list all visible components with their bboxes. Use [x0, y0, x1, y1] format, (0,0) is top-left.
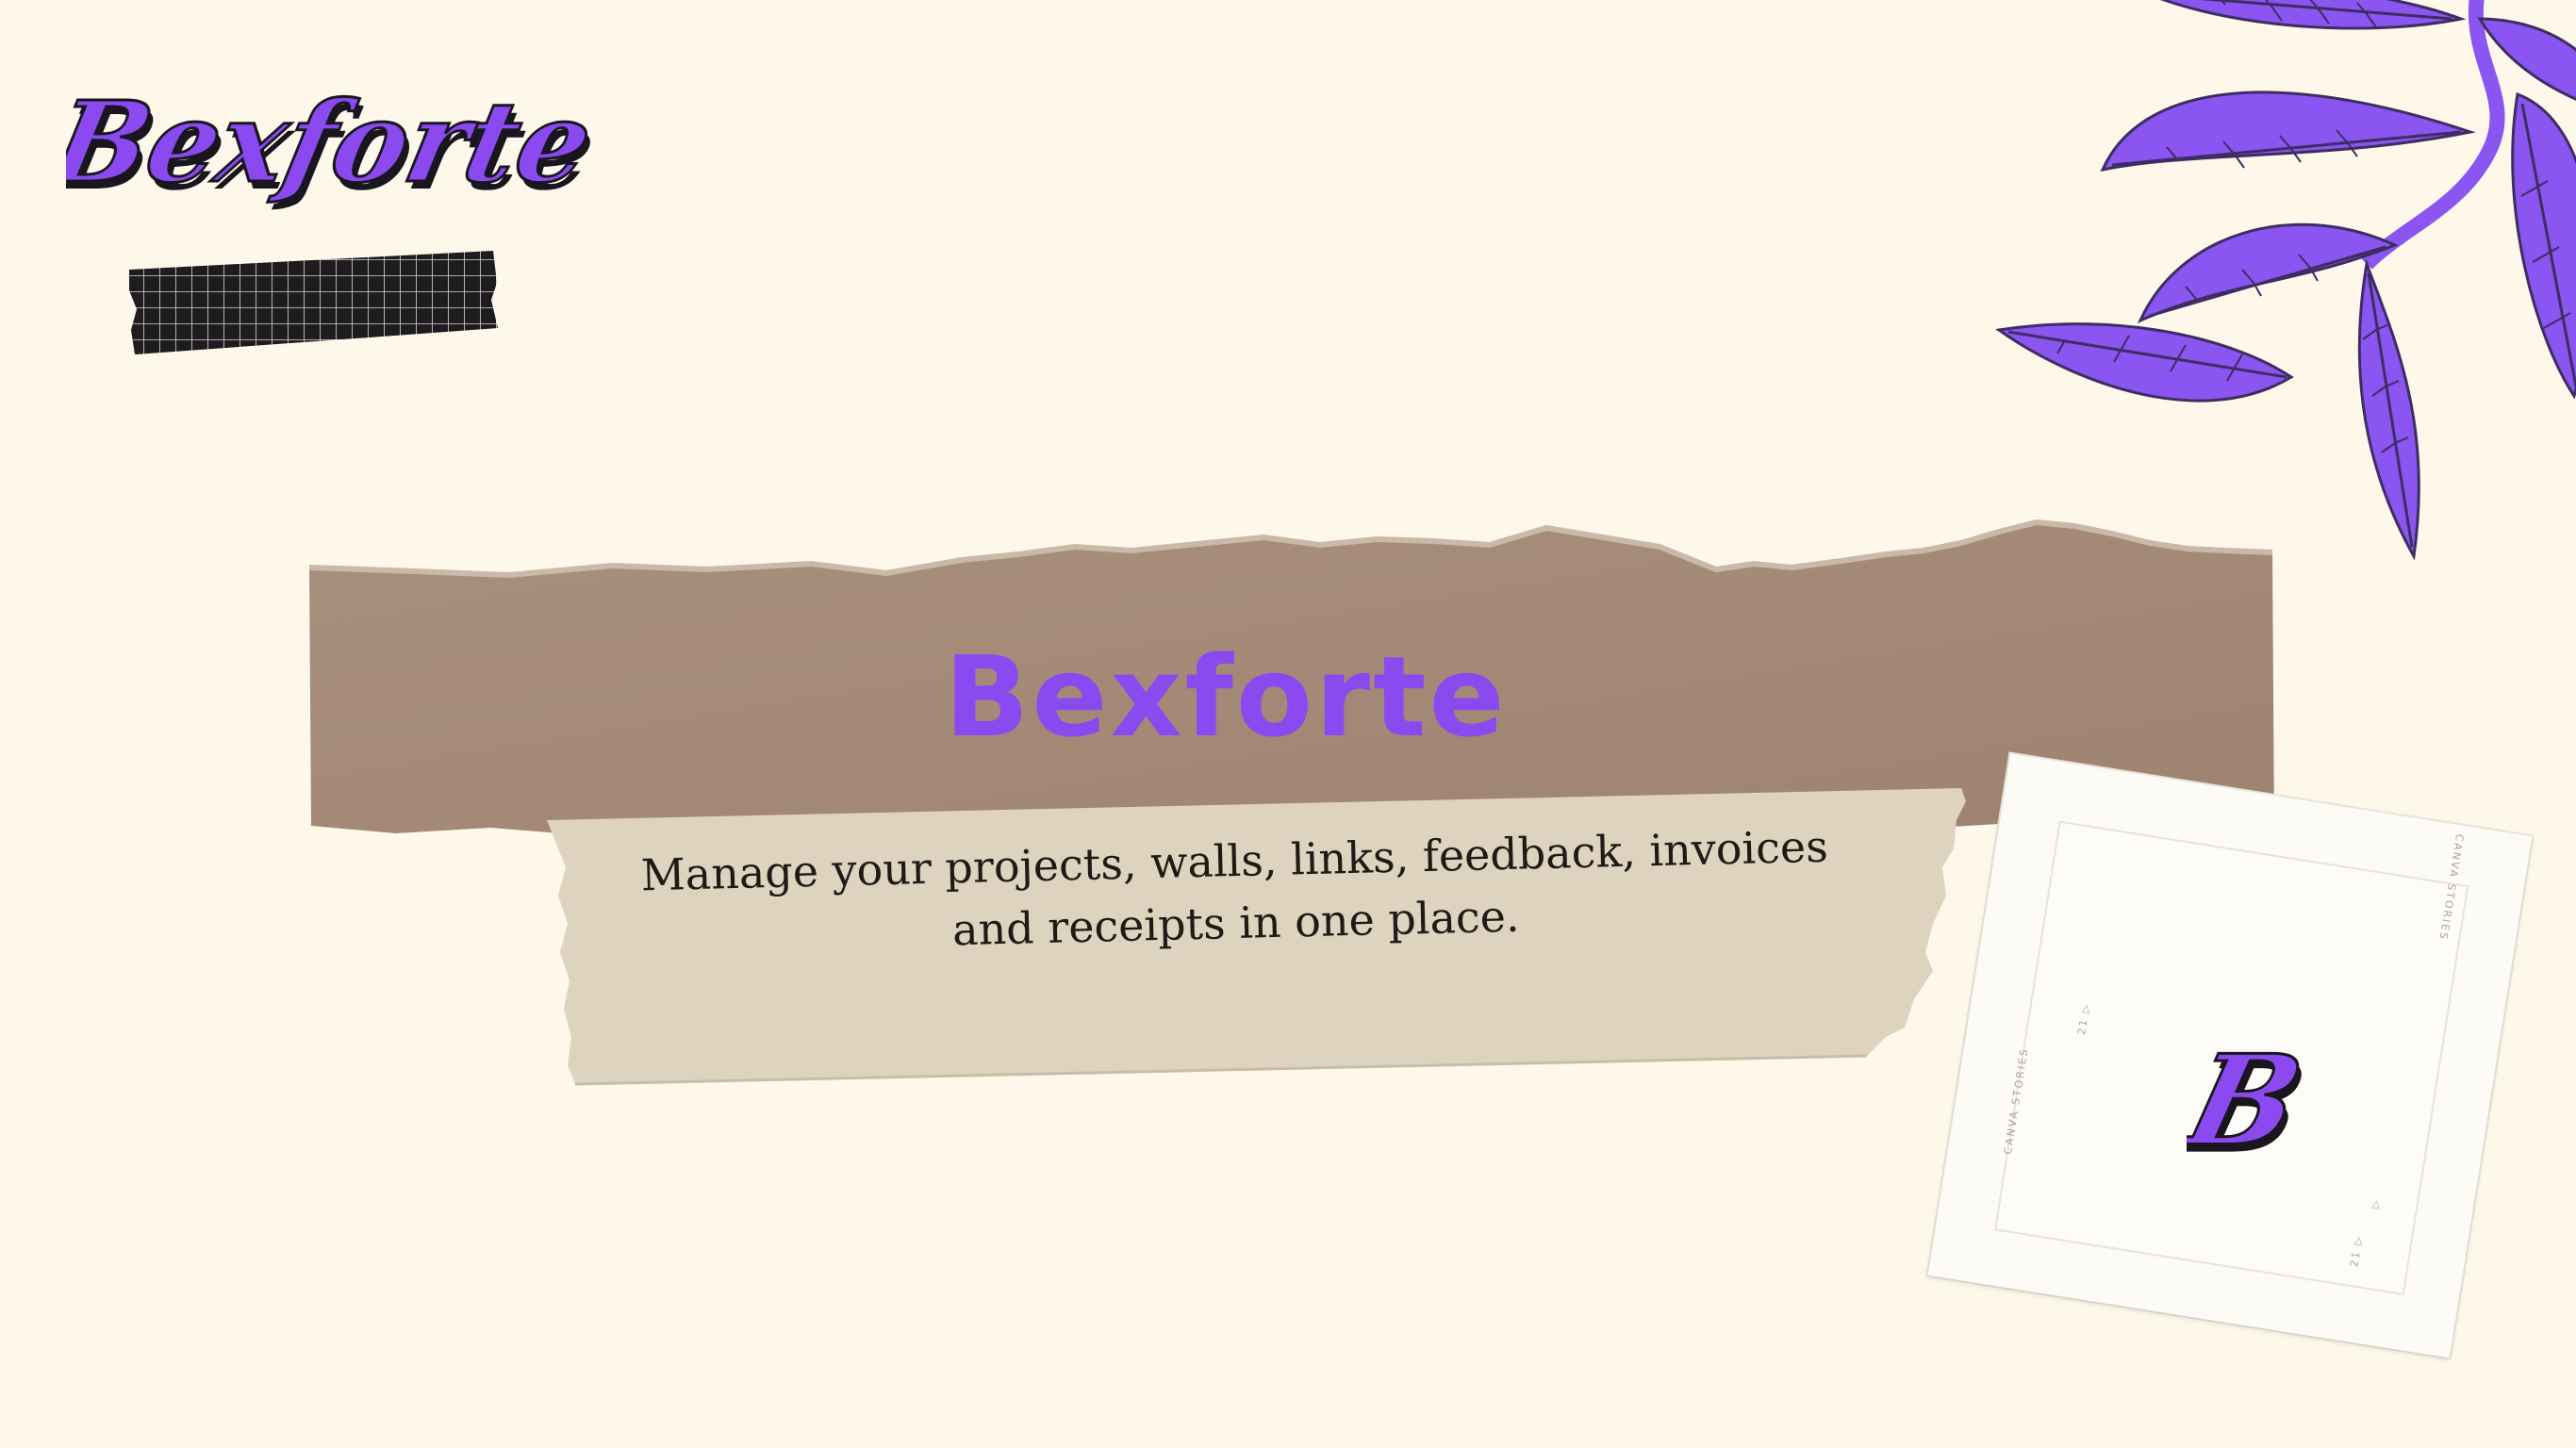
logo-script: Bexforte Bexforte: [66, 76, 607, 216]
polaroid-edge-text-top: CANVA STORIES: [2436, 832, 2466, 942]
polaroid-frame: CANVA STORIES CANVA STORIES 21 ▷ ▷ 21 ▷ …: [1927, 753, 2533, 1358]
brand-title: Bexforte: [0, 641, 2452, 752]
polaroid-edge-text-bottom: CANVA STORIES: [2001, 1046, 2031, 1156]
b-monogram-icon: B B: [2187, 1046, 2320, 1169]
polaroid-marker-3: 21 ▷: [2348, 1234, 2366, 1268]
purple-leaves-icon: [1995, 0, 2576, 561]
grid-tape-icon: [129, 251, 498, 354]
polaroid-marker-2: ▷: [2368, 1197, 2383, 1209]
polaroid-marker-1: 21 ▷: [2075, 1002, 2093, 1036]
polaroid-photo-area: CANVA STORIES CANVA STORIES 21 ▷ ▷ 21 ▷ …: [1993, 820, 2469, 1295]
brand-title-text: Bexforte: [944, 632, 1508, 762]
logo-script-text: Bexforte: [66, 77, 603, 207]
